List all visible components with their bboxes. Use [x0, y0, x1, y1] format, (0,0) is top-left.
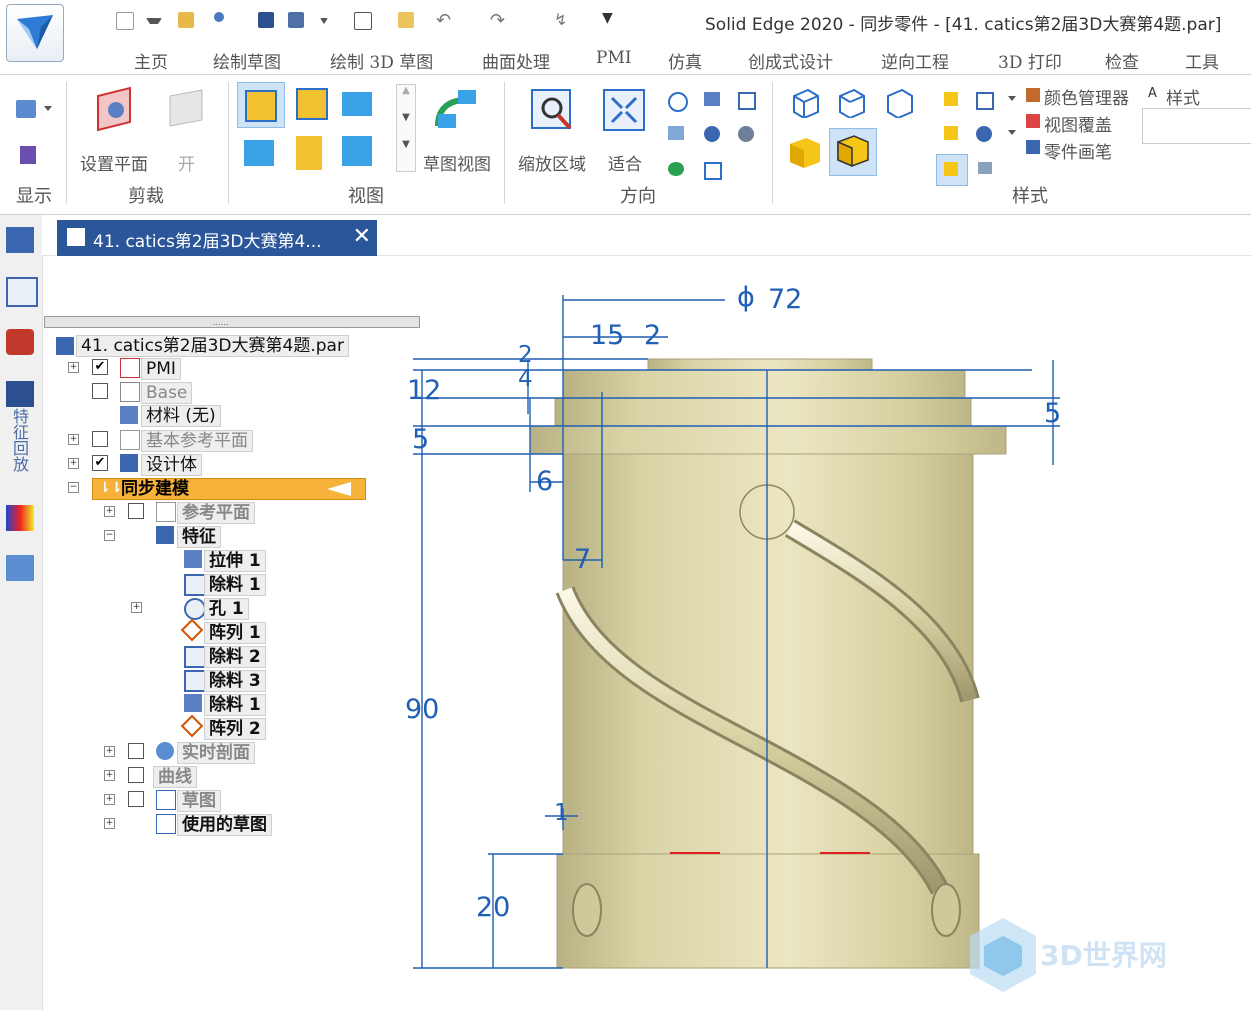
- base-icon: [120, 382, 140, 402]
- expand-live-section[interactable]: +: [104, 746, 115, 757]
- pmi-checkbox[interactable]: ✔: [92, 359, 108, 375]
- cutout-icon: [184, 646, 206, 668]
- expand-used-sketches[interactable]: +: [104, 818, 115, 829]
- watermark-text: 3D世界网: [1040, 939, 1167, 972]
- tree-sketches[interactable]: 草图: [177, 790, 221, 812]
- sketch-icon: [156, 790, 176, 810]
- tree-feature-item[interactable]: 除料 1: [204, 574, 266, 596]
- dimension-2[interactable]: 2: [644, 320, 661, 351]
- dimension-6[interactable]: 6: [536, 466, 553, 497]
- expand-base-ref[interactable]: +: [68, 434, 79, 445]
- cutout-icon: [184, 574, 206, 596]
- tree-material[interactable]: 材料 (无): [141, 405, 221, 427]
- tree-ref-planes[interactable]: 参考平面: [177, 502, 255, 524]
- ref-planes-icon: [156, 502, 176, 522]
- tree-feature-item[interactable]: 阵列 2: [204, 718, 266, 740]
- features-icon: [156, 526, 174, 544]
- tree-pmi[interactable]: PMI: [141, 358, 181, 380]
- expand-pmi[interactable]: +: [68, 362, 79, 373]
- dimension-90[interactable]: 90: [405, 694, 439, 725]
- dimension-15[interactable]: 15: [590, 320, 624, 351]
- live-section-icon: [156, 742, 174, 760]
- dimension-12[interactable]: 12: [407, 375, 441, 406]
- dimension-4[interactable]: 4: [518, 366, 533, 392]
- design-body-icon: [120, 454, 138, 472]
- hole-icon: [184, 598, 206, 620]
- tree-feature-item[interactable]: 拉伸 1: [204, 550, 266, 572]
- used-sketch-icon: [156, 814, 176, 834]
- sync-pointer-icon: [327, 482, 351, 496]
- tree-curves[interactable]: 曲线: [153, 766, 197, 788]
- dimension-20[interactable]: 20: [476, 892, 510, 923]
- tree-features[interactable]: 特征: [177, 526, 221, 548]
- collapse-sync[interactable]: −: [68, 482, 79, 493]
- part-root-icon: [56, 337, 74, 355]
- pathfinder-splitter[interactable]: ......: [44, 316, 420, 328]
- tree-base[interactable]: Base: [141, 382, 193, 404]
- watermark-cube-icon: [970, 918, 1036, 992]
- curves-checkbox[interactable]: [128, 767, 144, 783]
- cutout-solid-icon: [184, 694, 202, 712]
- tree-feature-item[interactable]: 除料 1: [204, 694, 266, 716]
- tree-feature-item[interactable]: 孔 1: [204, 598, 249, 620]
- tree-base-ref[interactable]: 基本参考平面: [141, 430, 253, 452]
- tree-root[interactable]: 41. catics第2届3D大赛第4题.par: [76, 335, 349, 357]
- tree-live-section[interactable]: 实时剖面: [177, 742, 255, 764]
- dimension-5-left[interactable]: 5: [412, 424, 429, 455]
- tree-feature-item[interactable]: 阵列 1: [204, 622, 266, 644]
- base-checkbox[interactable]: [92, 383, 108, 399]
- tree-feature-item[interactable]: 除料 2: [204, 646, 266, 668]
- base-ref-icon: [120, 430, 140, 450]
- tree-sync-node[interactable]: ⇂⇂ 同步建模: [92, 478, 366, 500]
- ref-planes-checkbox[interactable]: [128, 503, 144, 519]
- expand-curves[interactable]: +: [104, 770, 115, 781]
- diameter-symbol: ϕ: [737, 282, 755, 313]
- live-section-checkbox[interactable]: [128, 743, 144, 759]
- expand-ref-planes[interactable]: +: [104, 506, 115, 517]
- dimension-5-right[interactable]: 5: [1044, 398, 1061, 429]
- expand-hole[interactable]: +: [131, 602, 142, 613]
- design-body-checkbox[interactable]: ✔: [92, 455, 108, 471]
- base-ref-checkbox[interactable]: [92, 431, 108, 447]
- dimension-1[interactable]: 1: [554, 800, 569, 826]
- tree-used-sketches[interactable]: 使用的草图: [177, 814, 272, 836]
- cutout-icon: [184, 670, 206, 692]
- collapse-features[interactable]: −: [104, 530, 115, 541]
- sketches-checkbox[interactable]: [128, 791, 144, 807]
- dimension-diameter-72[interactable]: 72: [768, 284, 802, 315]
- dimension-7[interactable]: 7: [574, 544, 591, 575]
- expand-design-body[interactable]: +: [68, 458, 79, 469]
- extrude-icon: [184, 550, 202, 568]
- material-icon: [120, 406, 138, 424]
- dimension-2b[interactable]: 2: [518, 342, 533, 368]
- tree-feature-item[interactable]: 除料 3: [204, 670, 266, 692]
- sync-icon: ⇂⇂: [99, 480, 123, 496]
- tree-design-body[interactable]: 设计体: [141, 454, 202, 476]
- pmi-icon: [120, 358, 140, 378]
- tree-sync-label: 同步建模: [121, 479, 189, 499]
- expand-sketches[interactable]: +: [104, 794, 115, 805]
